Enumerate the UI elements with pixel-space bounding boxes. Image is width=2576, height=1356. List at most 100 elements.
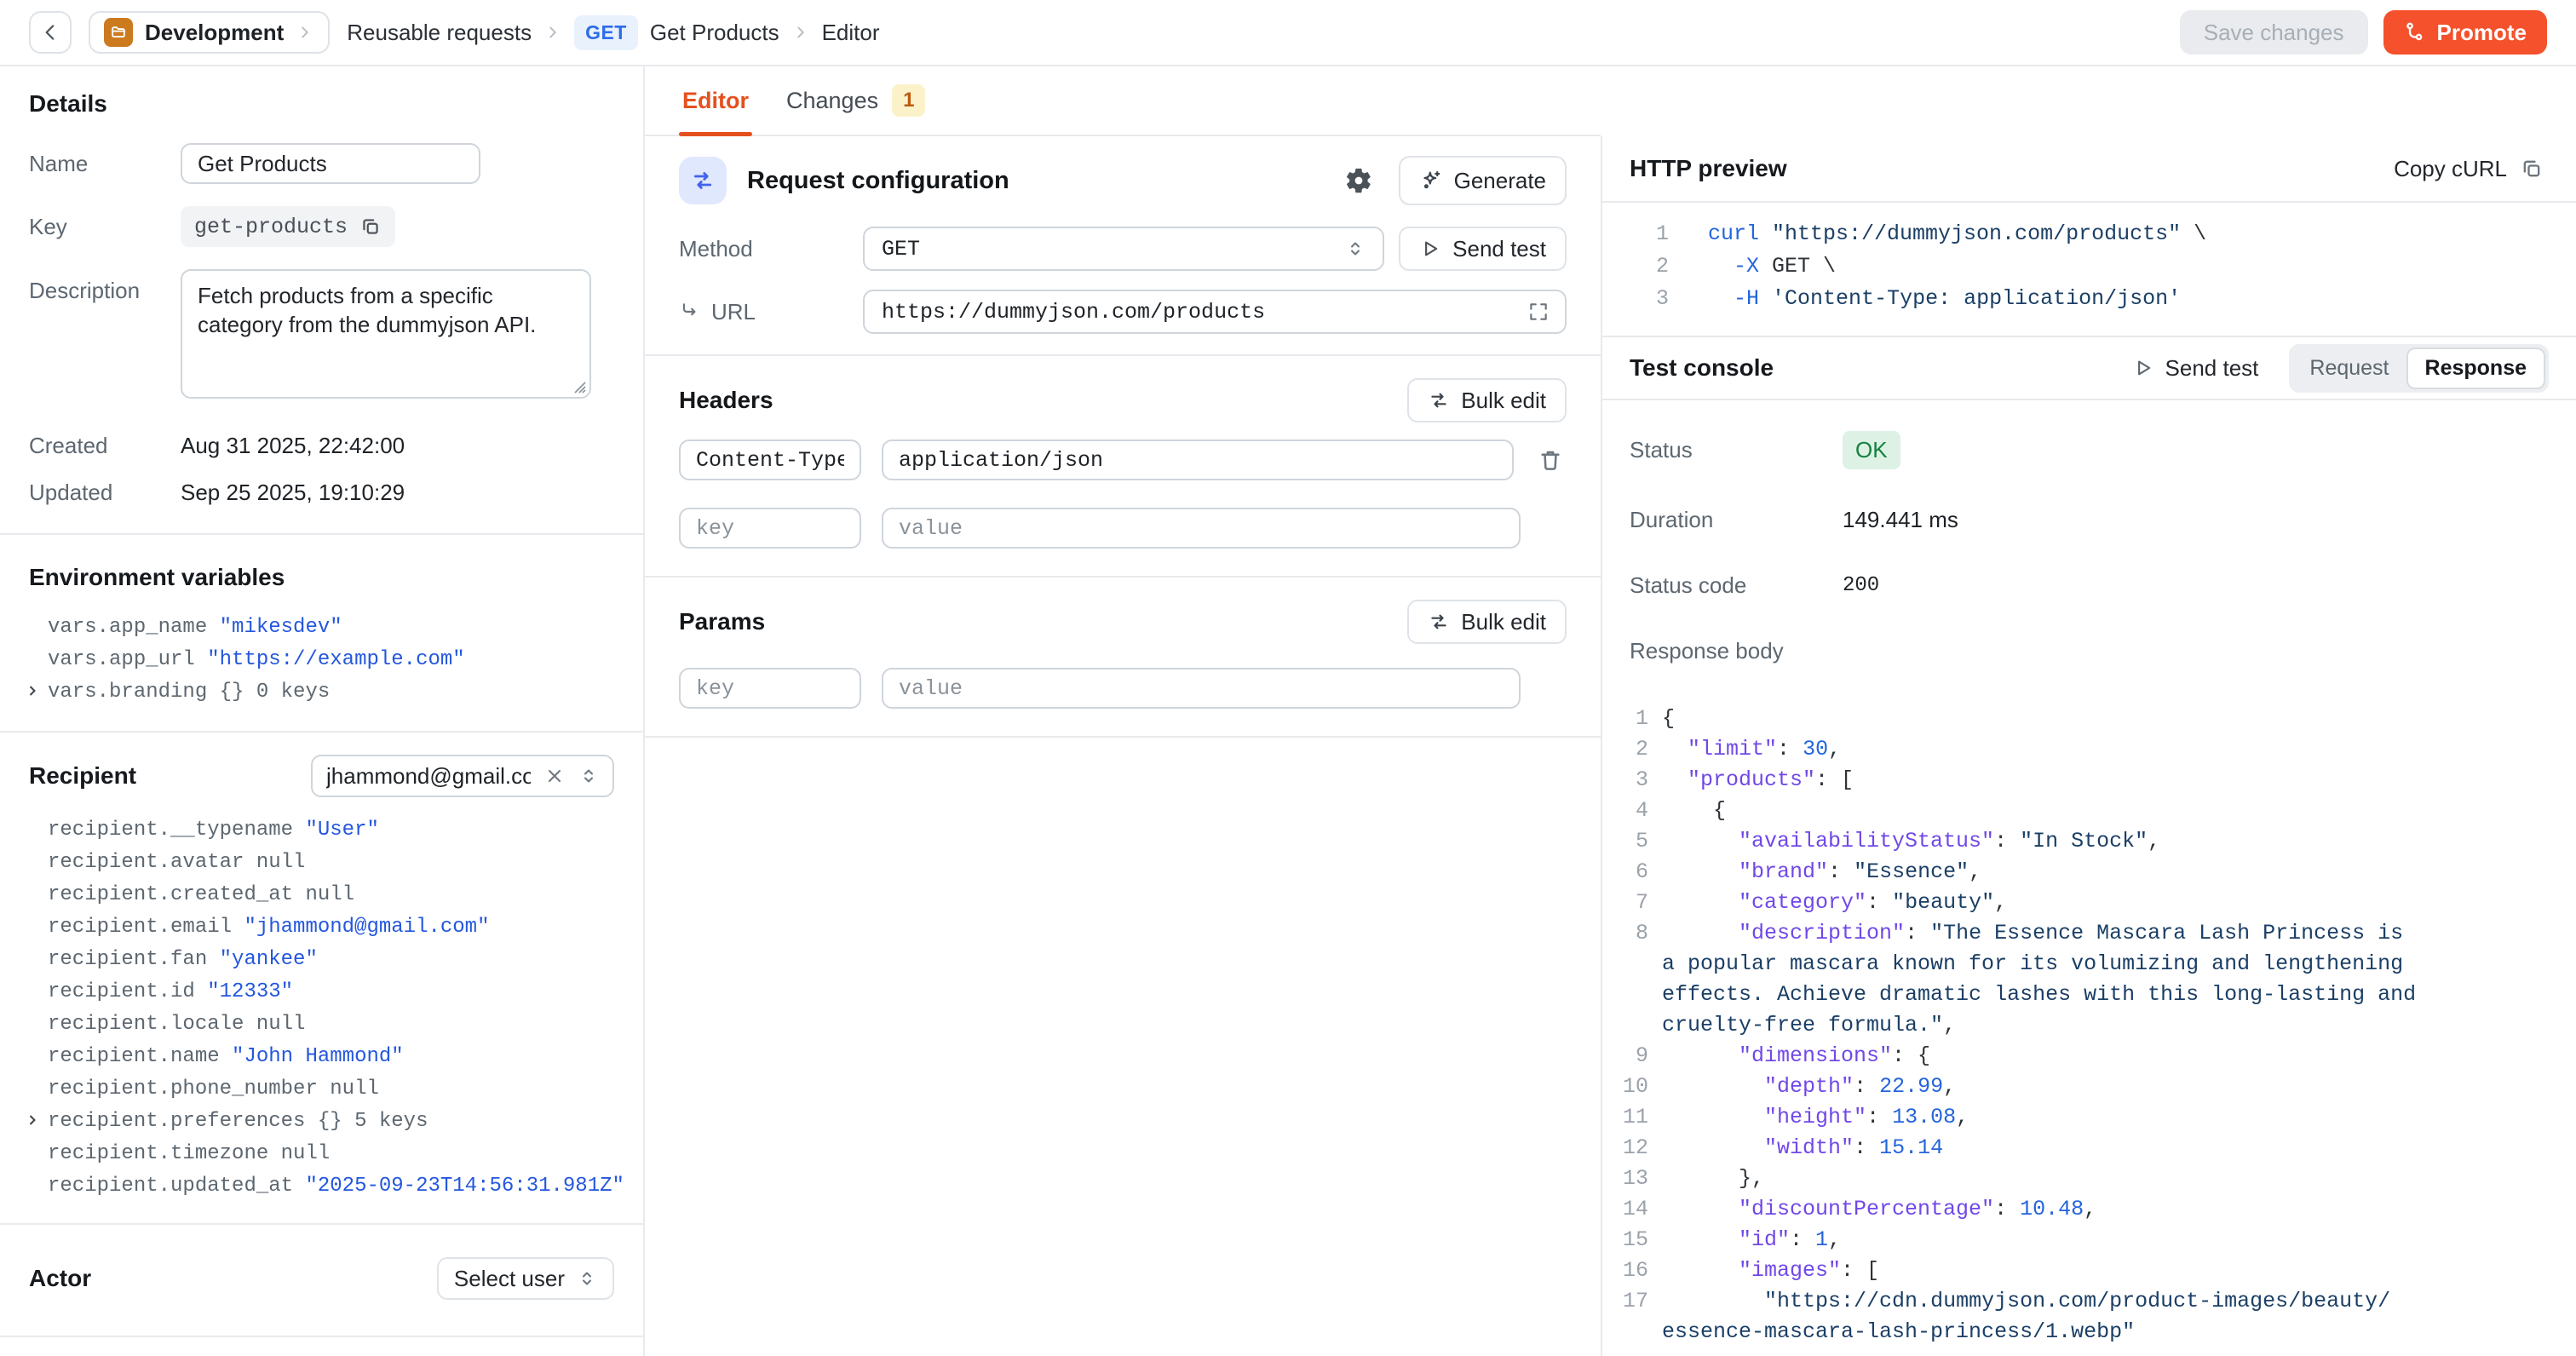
swap-icon (1428, 611, 1450, 633)
header-key-input[interactable] (679, 440, 861, 480)
request-tab[interactable]: Request (2292, 349, 2406, 388)
chevron-right-icon (296, 23, 314, 42)
created-value: Aug 31 2025, 22:42:00 (181, 433, 405, 459)
response-body-code: 1{2 "limit": 30,3 "products": [4 {5 "ava… (1602, 704, 2576, 1347)
key-value-pill: get-products (181, 206, 395, 247)
description-textarea[interactable]: Fetch products from a specific category … (181, 269, 591, 399)
chevron-updown-icon (1345, 238, 1366, 259)
response-code-line: 17 "https://cdn.dummyjson.com/product-im… (1602, 1286, 2576, 1317)
back-button[interactable] (29, 11, 72, 54)
editor-panel: Editor Changes 1 Request configuration G… (645, 66, 1601, 1356)
param-key-input[interactable] (679, 668, 861, 709)
tab-changes[interactable]: Changes 1 (786, 66, 925, 135)
http-preview-heading: HTTP preview (1630, 155, 1787, 182)
response-code-line: 6 "brand": "Essence", (1602, 857, 2576, 888)
recipient-field-row: recipient.updated_at "2025-09-23T14:56:3… (29, 1170, 614, 1203)
breadcrumb-reusable-requests[interactable]: Reusable requests (347, 20, 532, 46)
updated-label: Updated (29, 480, 181, 506)
name-input[interactable] (181, 143, 480, 184)
response-code-line: 15 "id": 1, (1602, 1225, 2576, 1255)
curl-code-line: 1curl "https://dummyjson.com/products" \ (1602, 218, 2576, 250)
status-label: Status (1630, 437, 1843, 463)
test-console-header: Test console Send test Request Response (1602, 337, 2576, 400)
environment-selector[interactable]: Development (89, 11, 330, 54)
status-code-label: Status code (1630, 572, 1843, 599)
response-code-line: effects. Achieve dramatic lashes with th… (1602, 980, 2576, 1010)
divider (0, 533, 643, 535)
chevron-updown-icon[interactable] (578, 766, 599, 786)
clear-icon[interactable] (544, 766, 565, 786)
description-label: Description (29, 278, 181, 304)
headers-heading: Headers (679, 387, 773, 414)
save-changes-button[interactable]: Save changes (2180, 10, 2368, 55)
request-configuration-section: Request configuration Generate Method GE… (645, 136, 1601, 356)
copy-icon[interactable] (359, 215, 382, 238)
header-value-input-empty[interactable] (882, 508, 1521, 549)
response-tab[interactable]: Response (2406, 348, 2545, 389)
http-preview-header: HTTP preview Copy cURL (1602, 136, 2576, 203)
response-code-line: 13 }, (1602, 1164, 2576, 1194)
response-code-line: essence-mascara-lash-princess/1.webp" (1602, 1317, 2576, 1347)
params-bulk-edit-button[interactable]: Bulk edit (1407, 600, 1567, 644)
recipient-field-row: recipient.__typename "User" (29, 814, 614, 847)
generate-button[interactable]: Generate (1399, 156, 1567, 205)
curl-code-line: 2 -X GET \ (1602, 250, 2576, 283)
expand-chevron-icon[interactable] (24, 682, 41, 699)
headers-bulk-edit-button[interactable]: Bulk edit (1407, 378, 1567, 422)
recipient-field-row: recipient.locale null (29, 1008, 614, 1041)
play-icon (1419, 238, 1441, 260)
actor-heading: Actor (29, 1265, 91, 1292)
recipient-fields-list: recipient.__typename "User"recipient.ava… (29, 814, 614, 1203)
resize-grip-icon[interactable] (572, 380, 586, 394)
response-code-line: 10 "depth": 22.99, (1602, 1072, 2576, 1102)
console-send-test-button[interactable]: Send test (2127, 354, 2264, 382)
response-code-line: 7 "category": "beauty", (1602, 888, 2576, 918)
params-section: Params Bulk edit (645, 577, 1601, 738)
response-code-line: 5 "availabilityStatus": "In Stock", (1602, 826, 2576, 857)
param-value-input[interactable] (882, 668, 1521, 709)
top-bar: Development Reusable requests GET Get Pr… (0, 0, 2576, 66)
send-test-button[interactable]: Send test (1399, 227, 1567, 271)
response-code-line: 14 "discountPercentage": 10.48, (1602, 1194, 2576, 1225)
header-key-input-empty[interactable] (679, 508, 861, 549)
copy-curl-button[interactable]: Copy cURL (2389, 155, 2549, 183)
method-badge: GET (574, 15, 638, 50)
request-config-icon (679, 157, 727, 204)
gear-icon (1344, 166, 1373, 195)
promote-button[interactable]: Promote (2383, 10, 2547, 55)
tab-editor[interactable]: Editor (682, 66, 749, 135)
headers-section: Headers Bulk edit (645, 356, 1601, 577)
url-input[interactable] (880, 299, 1519, 325)
environment-variables-list: vars.app_name "mikesdev"vars.app_url "ht… (29, 612, 614, 709)
expand-chevron-icon[interactable] (24, 1112, 41, 1129)
header-value-input[interactable] (882, 440, 1514, 480)
response-code-line: 11 "height": 13.08, (1602, 1102, 2576, 1133)
delete-header-button[interactable] (1534, 444, 1567, 476)
settings-button[interactable] (1339, 161, 1378, 200)
recipient-combobox[interactable]: jhammond@gmail.com (311, 755, 614, 797)
breadcrumb-editor: Editor (822, 20, 880, 46)
recipient-field-row: recipient.created_at null (29, 879, 614, 911)
params-heading: Params (679, 608, 765, 635)
preview-panel: HTTP preview Copy cURL 1curl "https://du… (1601, 66, 2576, 1356)
created-label: Created (29, 433, 181, 459)
chevron-left-icon (39, 21, 61, 43)
recipient-field-row[interactable]: recipient.preferences {} 5 keys (29, 1106, 614, 1138)
breadcrumb-request-name[interactable]: Get Products (650, 20, 779, 46)
environment-variable-row[interactable]: vars.branding {} 0 keys (29, 676, 614, 709)
expand-icon[interactable] (1527, 301, 1550, 323)
details-sidebar: Details Name Key get-products Descriptio… (0, 66, 645, 1356)
details-heading: Details (29, 90, 614, 118)
breadcrumb: Reusable requests GET Get Products Edito… (347, 15, 879, 50)
response-code-line: cruelty-free formula.", (1602, 1010, 2576, 1041)
response-code-line: 8 "description": "The Essence Mascara La… (1602, 918, 2576, 949)
response-code-line: 3 "products": [ (1602, 765, 2576, 796)
recipient-field-row: recipient.id "12333" (29, 976, 614, 1008)
response-code-line: 12 "width": 15.14 (1602, 1133, 2576, 1164)
method-select[interactable]: GET (863, 227, 1384, 271)
response-code-line: 16 "images": [ (1602, 1255, 2576, 1286)
status-code-value: 200 (1843, 574, 1879, 597)
actor-select-button[interactable]: Select user (437, 1257, 614, 1300)
swap-icon (1428, 389, 1450, 411)
request-config-title: Request configuration (747, 167, 1009, 195)
